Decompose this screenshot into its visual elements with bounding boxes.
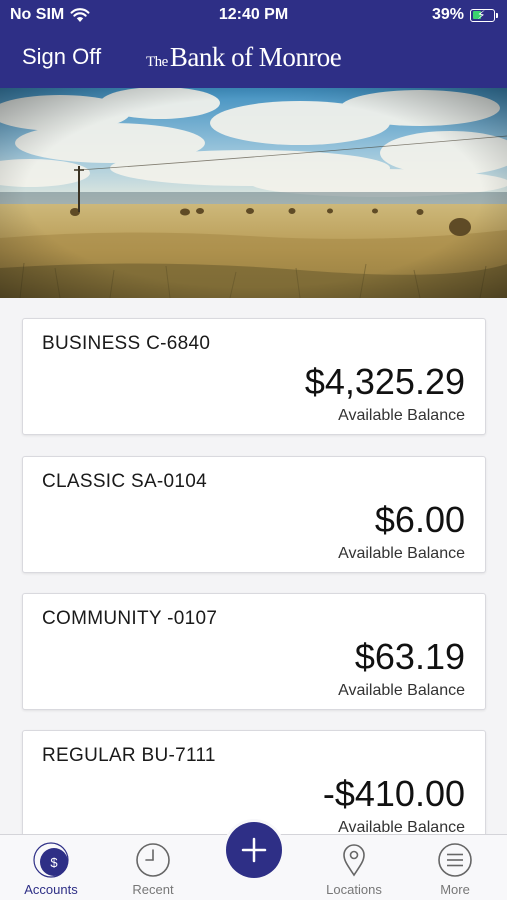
account-balance: $63.19 [354,636,465,677]
balance-label: Available Balance [338,545,465,562]
hero-landscape-image [0,88,507,298]
tab-recent[interactable]: Recent [108,835,198,900]
tab-locations[interactable]: Locations [309,835,399,900]
tab-label: Recent [132,882,174,897]
accounts-dollar-icon: $ [33,842,69,878]
svg-text:$: $ [50,855,58,870]
account-balance: -$410.00 [322,773,465,814]
menu-lines-icon [438,843,472,877]
sign-off-button[interactable]: Sign Off [22,44,101,70]
tab-accounts[interactable]: $ Accounts [6,835,96,900]
account-card-community[interactable]: COMMUNITY -0107 $63.19 Available Balance [22,593,486,710]
brand-prefix: The [146,54,168,70]
bank-logo: TheBank of Monroe [146,42,342,73]
plus-icon [241,837,267,863]
location-pin-icon [343,844,365,877]
top-bar: No SIM 12:40 PM 39% ⚡ Sign Off TheBank o… [0,0,507,88]
account-balance: $6.00 [374,499,465,540]
clock: 12:40 PM [218,6,289,23]
battery-indicator: 39% ⚡ [431,6,498,24]
account-card-business[interactable]: BUSINESS C-6840 $4,325.29 Available Bala… [22,318,486,435]
tab-label: Locations [326,882,382,897]
account-name: CLASSIC SA-0104 [42,471,208,492]
account-name: REGULAR BU-7111 [42,745,216,766]
tab-more[interactable]: More [410,835,500,900]
tab-label: More [440,882,470,897]
clock-icon [136,843,170,877]
account-name: BUSINESS C-6840 [42,333,211,354]
account-card-classic[interactable]: CLASSIC SA-0104 $6.00 Available Balance [22,456,486,573]
balance-label: Available Balance [338,682,465,699]
account-balance: $4,325.29 [304,361,465,402]
balance-label: Available Balance [338,407,465,424]
tab-label: Accounts [24,882,78,897]
add-button[interactable] [226,822,282,878]
battery-icon: ⚡ [470,8,498,22]
app-header: Sign Off TheBank of Monroe [0,40,507,80]
battery-percent: 39% [431,6,464,23]
account-name: COMMUNITY -0107 [42,608,218,629]
brand-name: Bank of Monroe [169,42,342,72]
status-bar: No SIM 12:40 PM 39% ⚡ [0,0,507,30]
